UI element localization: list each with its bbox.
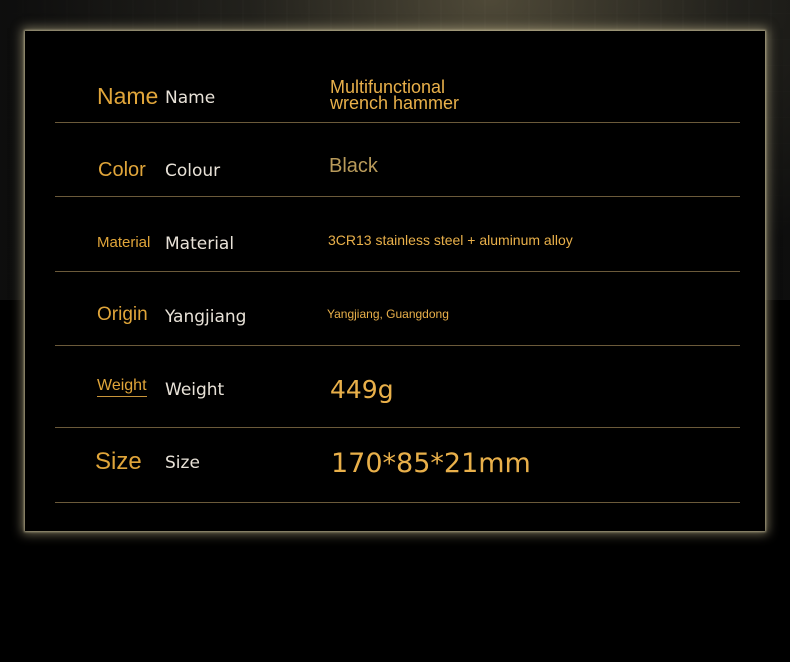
spec-label: Weight — [97, 377, 147, 397]
spec-value: 449g — [330, 375, 394, 404]
spec-label: Material — [97, 234, 151, 251]
spec-label-alt: Weight — [165, 380, 225, 400]
spec-value: Yangjiang, Guangdong — [327, 307, 449, 321]
spec-label-alt: Yangjiang — [165, 307, 247, 327]
spec-label-alt: Name — [165, 88, 216, 108]
spec-label-alt: Colour — [165, 161, 221, 181]
spec-value: Black — [329, 155, 378, 177]
spec-row-color: Color Colour Black — [55, 122, 740, 197]
spec-row-material: Material Material 3CR13 stainless steel … — [55, 196, 740, 272]
spec-row-origin: Origin Yangjiang Yangjiang, Guangdong — [55, 271, 740, 346]
spec-label-alt: Size — [165, 453, 200, 473]
spec-value: 170*85*21mm — [331, 448, 531, 479]
spec-label: Origin — [97, 304, 148, 325]
spec-row-size: Size Size 170*85*21mm — [55, 427, 740, 503]
spec-value-line2: wrench hammer — [330, 93, 460, 113]
spec-value: 3CR13 stainless steel + aluminum alloy — [328, 232, 573, 248]
spec-value: Multifunctional wrench hammer — [330, 78, 460, 113]
spec-label: Color — [98, 159, 146, 181]
spec-label: Size — [95, 448, 142, 475]
spec-label: Name — [97, 83, 159, 109]
spec-row-weight: Weight Weight 449g — [55, 345, 740, 428]
product-spec-page: Name Name Multifunctional wrench hammer … — [0, 0, 790, 662]
spec-row-name: Name Name Multifunctional wrench hammer — [55, 31, 740, 123]
spec-panel: Name Name Multifunctional wrench hammer … — [25, 31, 765, 531]
spec-label-alt: Material — [165, 234, 235, 254]
